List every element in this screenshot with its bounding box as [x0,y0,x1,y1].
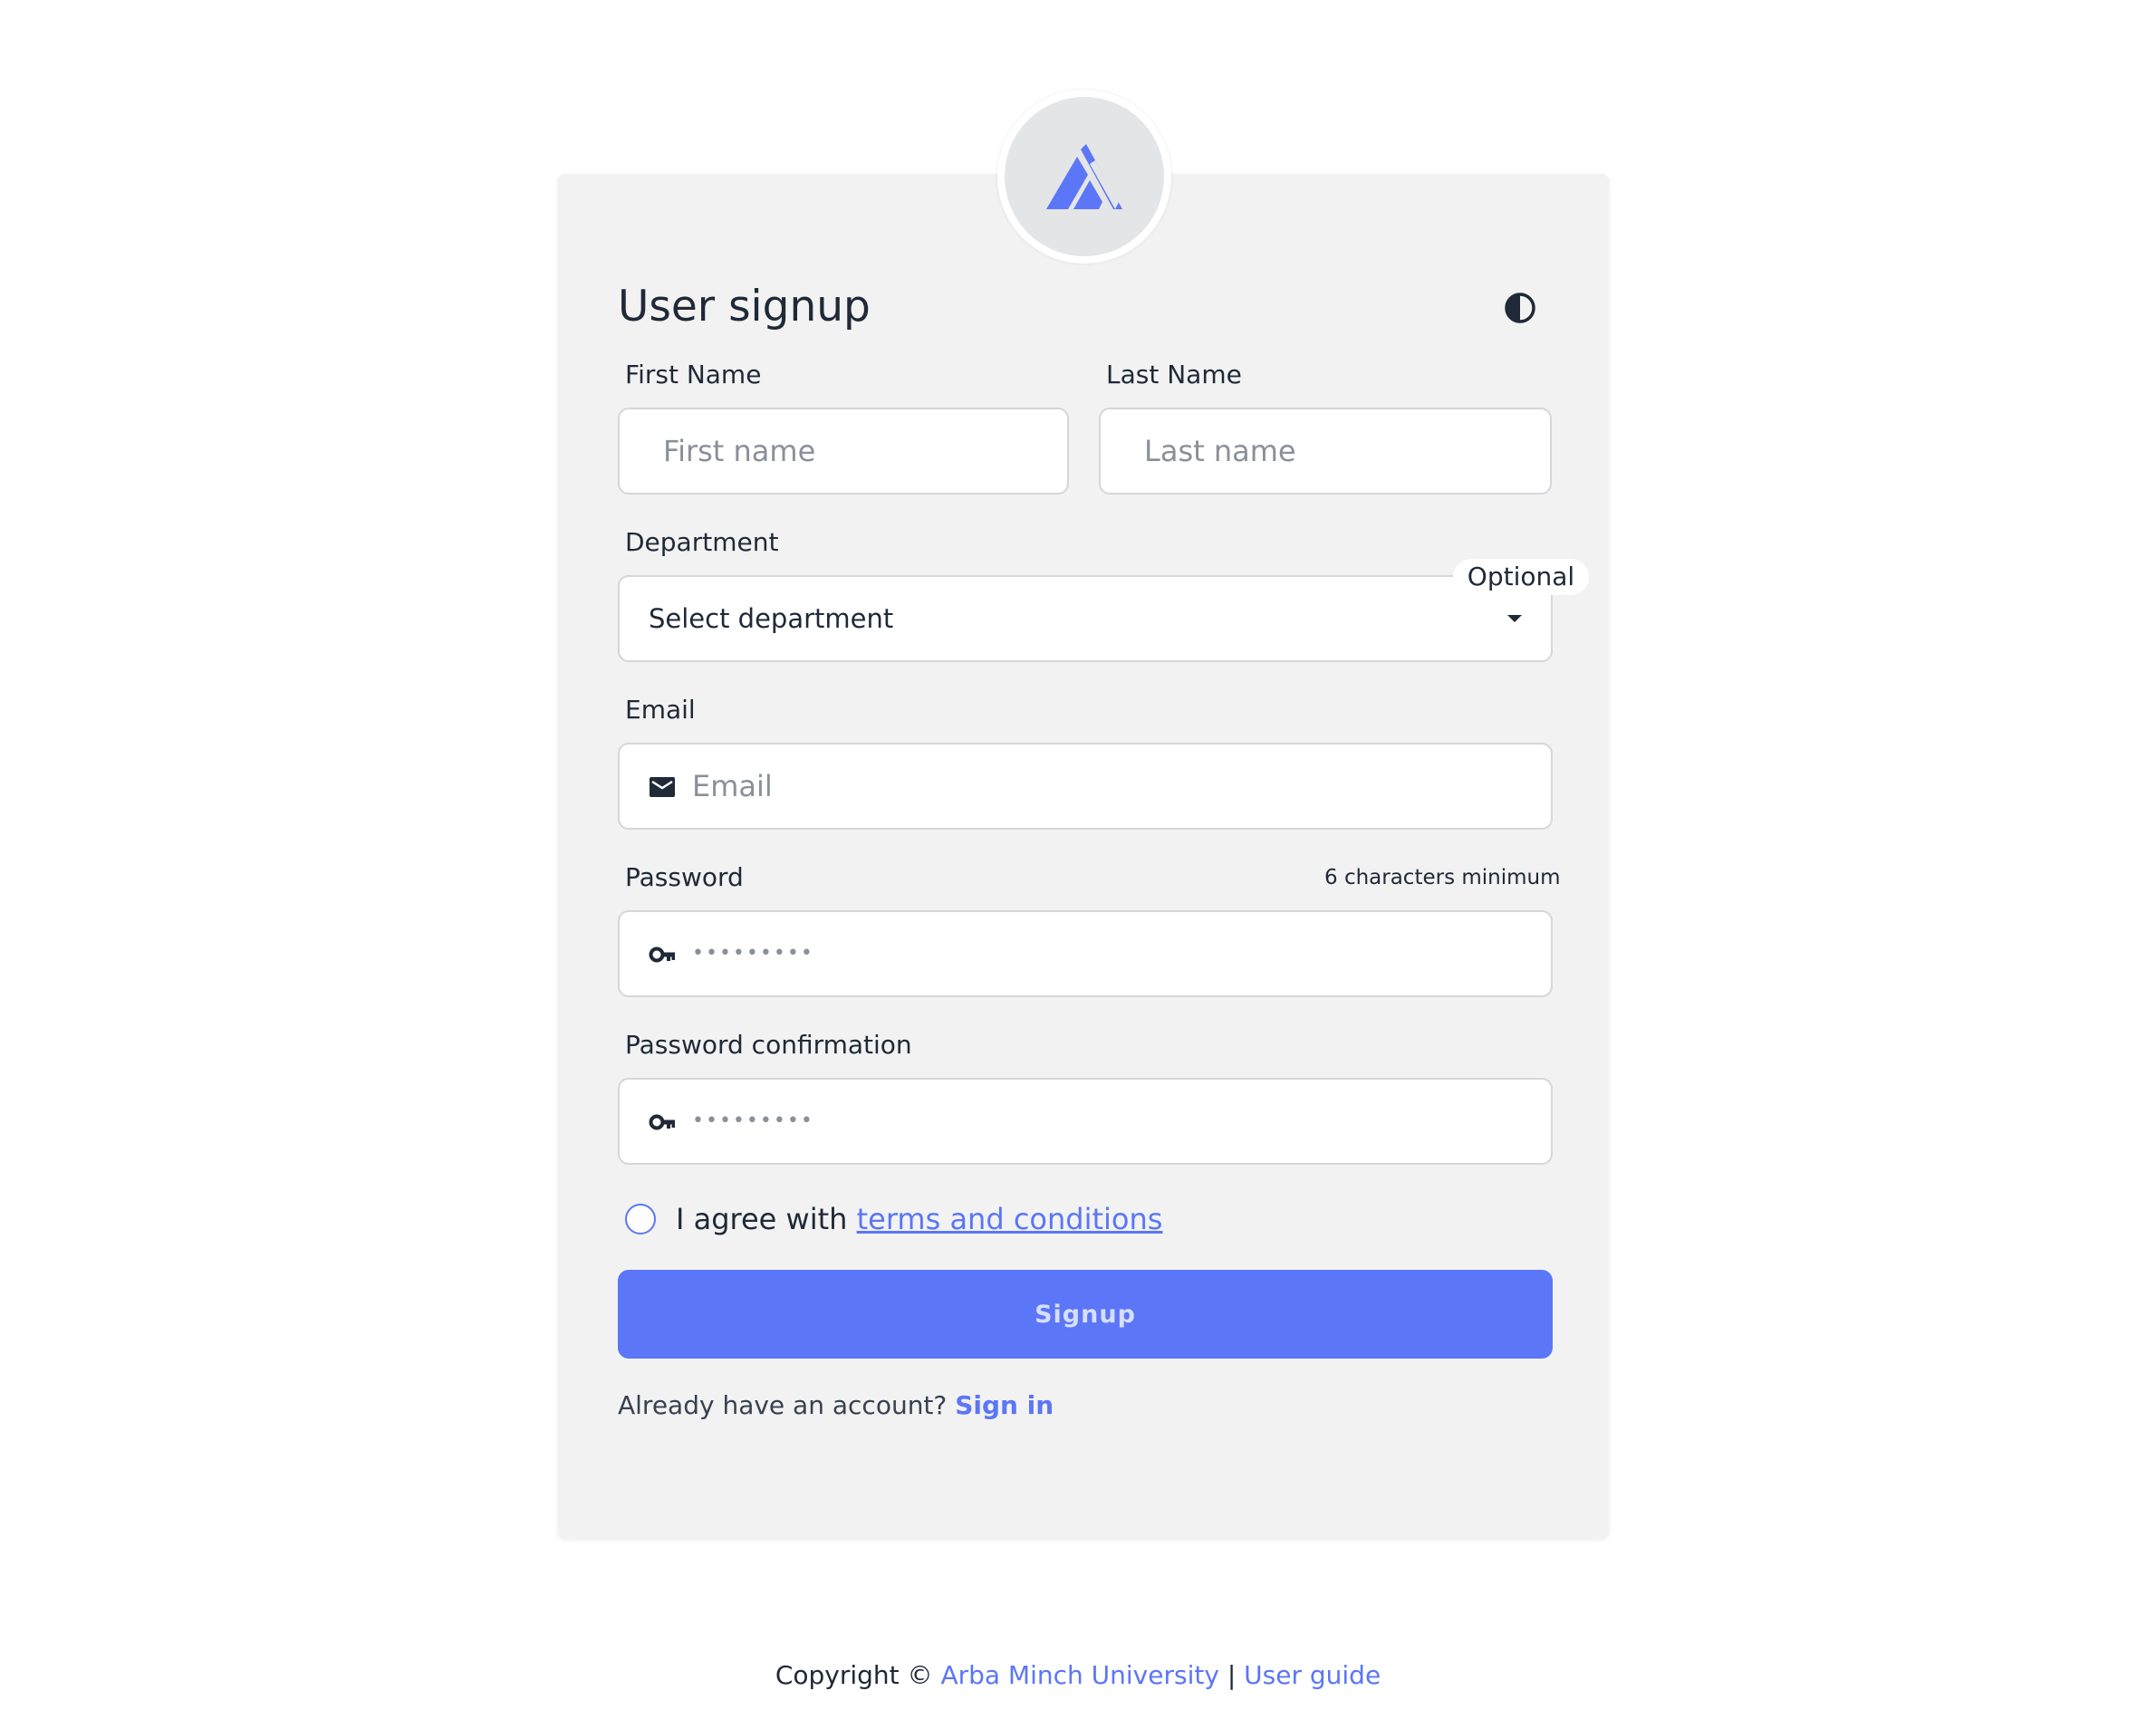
logo-circle [1005,97,1164,256]
password-confirmation-label: Password confirmation [625,1030,912,1060]
department-select[interactable]: Select department [618,575,1553,662]
signin-prompt-text: Already have an account? [618,1390,948,1420]
password-confirmation-input[interactable]: ••••••••• [618,1078,1553,1165]
terms-agree-radio[interactable] [625,1204,656,1234]
terms-agree-label: I agree with [676,1202,848,1236]
footer-user-guide-link[interactable]: User guide [1244,1660,1381,1690]
terms-and-conditions-link[interactable]: terms and conditions [857,1202,1163,1236]
email-label: Email [625,695,696,725]
last-name-input[interactable] [1101,409,1550,493]
department-label: Department [625,527,779,557]
email-input[interactable] [620,745,1551,828]
signin-prompt-row: Already have an account? Sign in [618,1388,1054,1424]
optional-badge: Optional [1453,559,1589,595]
half-circle-contrast-icon [1505,293,1535,323]
department-selected-value: Select department [649,603,894,634]
signup-button[interactable]: Signup [618,1270,1553,1359]
signin-link[interactable]: Sign in [955,1390,1054,1420]
logo-badge [997,90,1171,264]
first-name-input[interactable] [620,409,1067,493]
password-label: Password [625,862,744,892]
mountain-logo-icon [1046,144,1122,209]
theme-toggle-button[interactable] [1504,292,1536,324]
terms-agree-text: I agree with terms and conditions [676,1202,1162,1236]
first-name-field-wrap [618,408,1069,495]
key-icon [649,946,675,963]
footer-copyright: Copyright © [775,1660,933,1690]
footer: Copyright © Arba Minch University | User… [0,1657,2156,1694]
footer-org-link[interactable]: Arba Minch University [940,1660,1218,1690]
first-name-label: First Name [625,360,762,389]
footer-separator: | [1227,1660,1237,1690]
last-name-field-wrap [1099,408,1552,495]
key-icon [649,1114,675,1130]
page-title: User signup [618,282,871,331]
password-hint: 6 characters minimum [1324,866,1561,889]
password-confirmation-masked-value: ••••••••• [692,1110,814,1132]
last-name-label: Last Name [1106,360,1242,389]
password-masked-value: ••••••••• [692,942,814,965]
terms-agreement-row: I agree with terms and conditions [625,1196,1162,1243]
password-input[interactable]: ••••••••• [618,910,1553,997]
email-field-wrap [618,743,1553,830]
caret-down-icon [1507,615,1522,622]
signup-page: User signup First Name Last Name Departm… [0,0,2156,1710]
